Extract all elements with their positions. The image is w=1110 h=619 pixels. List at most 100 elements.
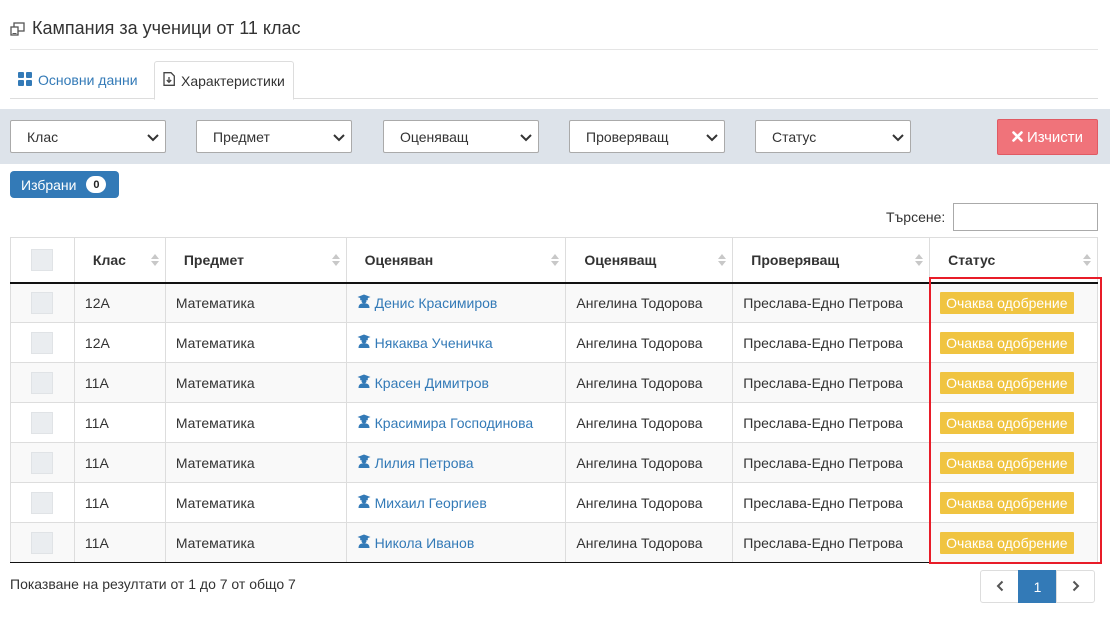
cell-subject: Математика [164, 322, 347, 363]
student-name: Красен Димитров [374, 374, 489, 391]
cell-status: Очаква одобрение [929, 282, 1098, 323]
student-link[interactable]: Никола Иванов [357, 534, 556, 551]
column-header-class[interactable]: Клас [73, 237, 166, 283]
close-icon [1012, 129, 1023, 146]
student-link[interactable]: Някаква Ученичка [357, 334, 556, 351]
column-header-subject[interactable]: Предмет [164, 237, 347, 283]
cell-subject: Математика [164, 362, 347, 403]
student-name: Някаква Ученичка [374, 334, 493, 351]
table-row: 12А Математика Денис Красимиров Ангелина… [10, 282, 1098, 323]
cell-status: Очаква одобрение [929, 442, 1098, 483]
filter-evaluator-label: Оценяващ [400, 128, 469, 145]
selected-items-button[interactable]: Избрани 0 [10, 171, 119, 198]
column-header-label: Проверяващ [751, 251, 840, 268]
student-icon [357, 374, 371, 391]
search-label: Търсене: [886, 209, 946, 225]
sort-icon [915, 253, 924, 266]
page-title: Кампания за ученици от 11 клас [32, 18, 301, 38]
student-icon [357, 334, 371, 351]
cell-class: 11А [73, 362, 166, 403]
pagination-page-button[interactable]: 1 [1018, 570, 1057, 603]
column-header-evaluator[interactable]: Оценяващ [565, 237, 734, 283]
table-header-row: Клас Предмет Оценяван Оценяващ Проверява… [10, 237, 1098, 283]
filter-subject-label: Предмет [213, 128, 270, 145]
clear-filters-button[interactable]: Изчисти [997, 119, 1098, 155]
row-checkbox[interactable] [31, 411, 54, 434]
tab-characteristics[interactable]: Характеристики [154, 61, 294, 100]
search-input[interactable] [953, 203, 1098, 231]
status-badge: Очаква одобрение [940, 451, 1074, 474]
cell-status: Очаква одобрение [929, 402, 1098, 443]
cell-student: Никола Иванов [345, 522, 567, 563]
student-link[interactable]: Красен Димитров [357, 374, 556, 391]
row-checkbox[interactable] [31, 371, 54, 394]
cell-class: 11А [73, 482, 166, 523]
filter-reviewer-label: Проверяващ [586, 128, 669, 145]
chevron-right-icon [1072, 579, 1080, 595]
sort-icon [1083, 253, 1091, 266]
row-checkbox[interactable] [31, 451, 54, 474]
status-badge: Очаква одобрение [940, 411, 1074, 434]
cell-evaluator: Ангелина Тодорова [565, 522, 734, 563]
table-row: 11А Математика Красен Димитров Ангелина … [10, 362, 1098, 403]
filter-class-label: Клас [27, 128, 59, 145]
filter-status-select[interactable]: Статус [755, 120, 911, 153]
column-header-status[interactable]: Статус [929, 237, 1098, 283]
cell-subject: Математика [164, 522, 347, 563]
status-badge: Очаква одобрение [940, 531, 1074, 554]
row-select-cell [10, 322, 75, 363]
column-header-label: Предмет [183, 251, 244, 268]
cell-reviewer: Преслава-Едно Петрова [732, 282, 931, 323]
student-link[interactable]: Красимира Господинова [357, 414, 556, 431]
student-name: Никола Иванов [374, 534, 475, 551]
student-link[interactable]: Лилия Петрова [357, 454, 556, 471]
cell-reviewer: Преслава-Едно Петрова [732, 482, 931, 523]
student-link[interactable]: Денис Красимиров [357, 294, 556, 311]
grid-icon [18, 71, 32, 89]
cell-reviewer: Преслава-Едно Петрова [732, 402, 931, 443]
column-header-reviewer[interactable]: Проверяващ [732, 237, 931, 283]
cell-reviewer: Преслава-Едно Петрова [732, 322, 931, 363]
cell-student: Красен Димитров [345, 362, 567, 403]
filter-reviewer-select[interactable]: Проверяващ [569, 120, 725, 153]
sort-icon [150, 253, 159, 266]
select-all-checkbox[interactable] [31, 248, 54, 271]
column-header-label: Оценяван [364, 251, 434, 268]
student-link[interactable]: Михаил Георгиев [357, 494, 556, 511]
status-badge: Очаква одобрение [940, 491, 1074, 514]
data-table: Клас Предмет Оценяван Оценяващ Проверява… [10, 237, 1098, 563]
filter-class-select[interactable]: Клас [10, 120, 166, 153]
column-header-label: Клас [92, 251, 126, 268]
cell-subject: Математика [164, 402, 347, 443]
row-checkbox[interactable] [31, 291, 54, 314]
row-checkbox[interactable] [31, 531, 54, 554]
cell-reviewer: Преслава-Едно Петрова [732, 522, 931, 563]
pagination-next-button[interactable] [1056, 570, 1095, 603]
tab-basic-data[interactable]: Основни данни [10, 61, 146, 99]
tab-bar: Основни данни Характеристики [10, 61, 1098, 100]
student-name: Михаил Георгиев [374, 494, 487, 511]
cell-class: 11А [73, 522, 166, 563]
sort-icon [551, 253, 560, 266]
clear-filters-label: Изчисти [1026, 128, 1084, 146]
column-header-student[interactable]: Оценяван [345, 237, 567, 283]
cell-class: 11А [73, 402, 166, 443]
pagination: 1 [980, 570, 1095, 603]
row-select-cell [10, 482, 75, 523]
cell-class: 12А [73, 282, 166, 323]
cell-evaluator: Ангелина Тодорова [565, 322, 734, 363]
row-select-cell [10, 362, 75, 403]
filter-subject-select[interactable]: Предмет [196, 120, 352, 153]
row-checkbox[interactable] [31, 491, 54, 514]
pagination-prev-button[interactable] [980, 570, 1019, 603]
student-icon [357, 494, 371, 511]
student-name: Лилия Петрова [374, 454, 474, 471]
table-row: 11А Математика Красимира Господинова Анг… [10, 402, 1098, 443]
status-badge: Очаква одобрение [940, 331, 1074, 354]
cell-status: Очаква одобрение [929, 362, 1098, 403]
student-icon [357, 294, 371, 311]
row-checkbox[interactable] [31, 331, 54, 354]
tab-basic-data-label: Основни данни [38, 72, 138, 88]
filter-evaluator-select[interactable]: Оценяващ [383, 120, 539, 153]
status-badge: Очаква одобрение [940, 291, 1074, 314]
